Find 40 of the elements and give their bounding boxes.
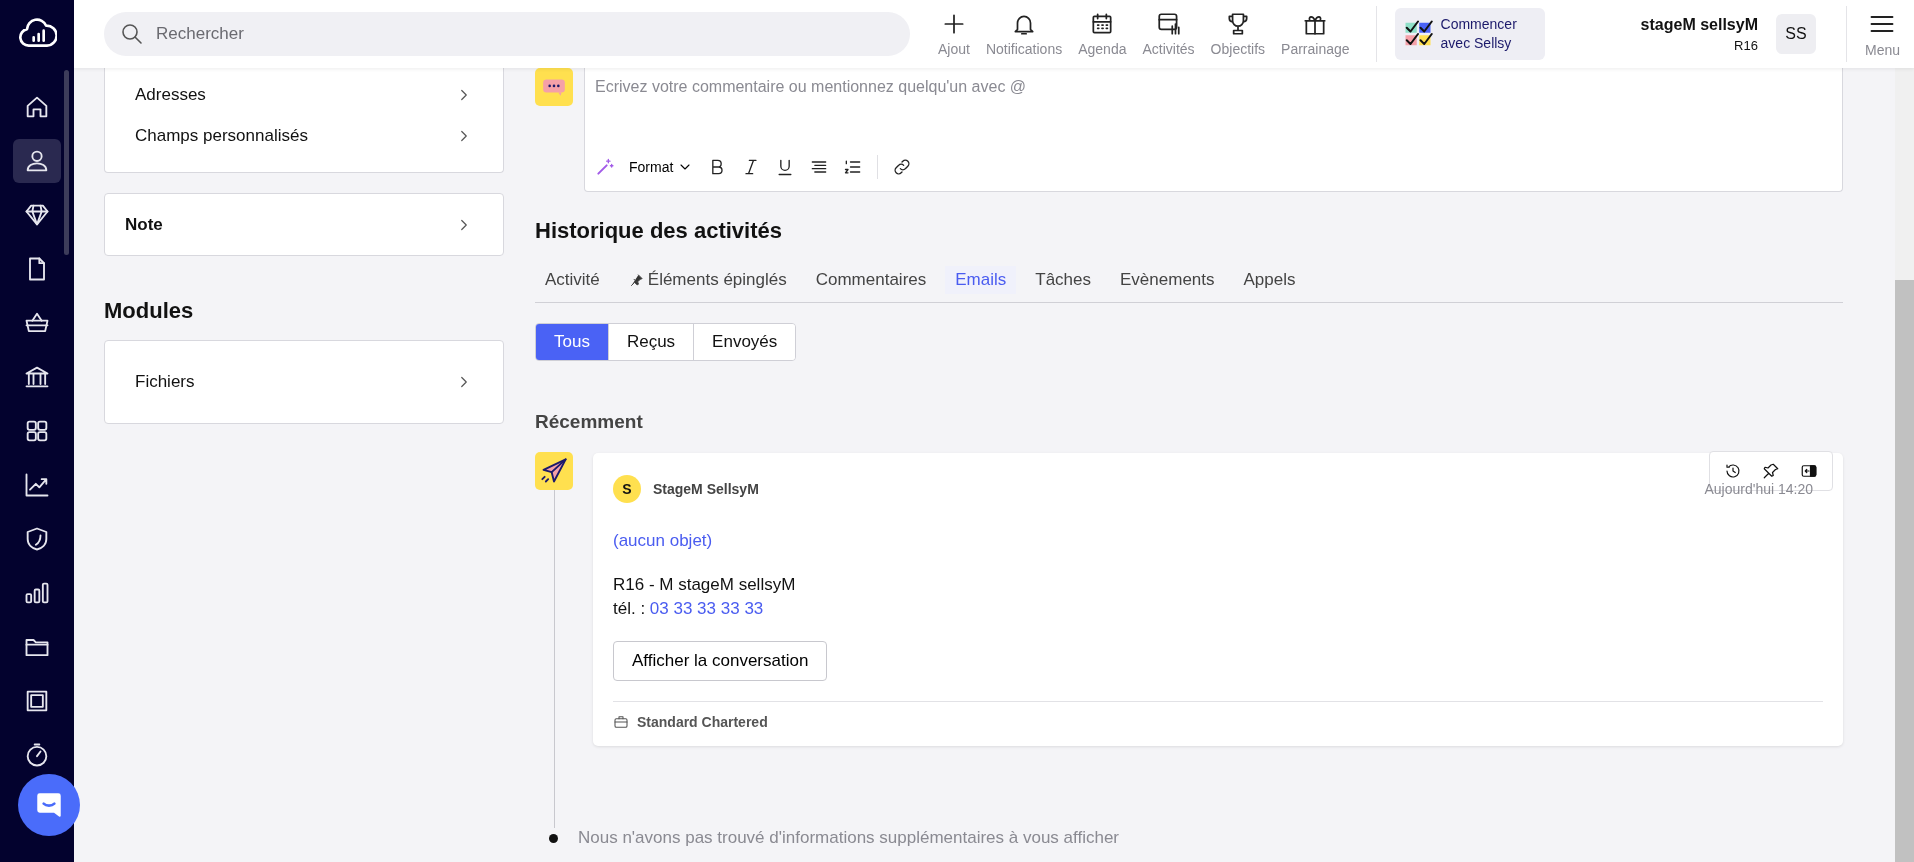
tab[interactable]: Activité bbox=[535, 266, 610, 294]
filter-button[interactable]: Reçus bbox=[607, 324, 694, 360]
section-title: Modules bbox=[104, 298, 195, 324]
toolbar-button[interactable]: Objectifs bbox=[1202, 11, 1274, 57]
tab[interactable]: Appels bbox=[1233, 266, 1306, 294]
onboarding-button[interactable]: Commencer avec Sellsy bbox=[1394, 8, 1545, 60]
tab[interactable]: Éléments épinglés bbox=[618, 266, 797, 294]
empty-message: Nous n'avons pas trouvé d'informations supplémentaires à vous afficher bbox=[578, 828, 1120, 848]
phone-link[interactable]: 03 33 33 33 33 bbox=[649, 599, 764, 618]
tab[interactable]: Emails bbox=[945, 266, 1017, 294]
section-link[interactable]: Adresses bbox=[105, 74, 503, 115]
toolbar-button[interactable]: Notifications bbox=[977, 11, 1071, 57]
section-title: Récemment bbox=[535, 411, 644, 433]
toolbar-button[interactable]: Activités bbox=[1134, 11, 1203, 57]
module-card[interactable]: Fichiers bbox=[104, 340, 504, 424]
user-code: R16 bbox=[1734, 37, 1758, 53]
toolbar-button[interactable]: Agenda bbox=[1070, 11, 1135, 57]
email-subject-link[interactable]: (aucun objet) bbox=[613, 531, 713, 551]
note-card[interactable]: Note bbox=[104, 193, 504, 256]
tab[interactable]: Commentaires bbox=[805, 266, 937, 294]
menu-button[interactable]: Menu bbox=[1846, 10, 1914, 58]
timestamp: Aujourd'hui 14:20 bbox=[1704, 481, 1813, 497]
format-dropdown[interactable]: Format bbox=[629, 159, 694, 175]
author-avatar: S bbox=[613, 475, 641, 503]
user-name: stageM sellsyM bbox=[1640, 15, 1758, 34]
tab[interactable]: Tâches bbox=[1025, 266, 1102, 294]
show-conversation-button[interactable]: Afficher la conversation bbox=[613, 641, 828, 681]
filter-button[interactable]: Envoyés bbox=[693, 324, 796, 360]
user-avatar[interactable]: SS bbox=[1775, 14, 1816, 54]
email-body: R16 - M stageM sellsyM bbox=[613, 574, 797, 596]
section-title: Historique des activités bbox=[535, 218, 783, 244]
toolbar-button[interactable]: Parrainage bbox=[1273, 11, 1358, 57]
tab[interactable]: Evènements bbox=[1110, 266, 1225, 294]
toolbar-button[interactable]: Ajout bbox=[930, 11, 978, 57]
search-field[interactable]: Rechercher bbox=[104, 12, 910, 56]
author-name: StageM SellsyM bbox=[653, 481, 759, 497]
filter-button[interactable]: Tous bbox=[536, 324, 608, 360]
section-link[interactable]: Champs personnalisés bbox=[105, 115, 503, 156]
company-name: Standard Chartered bbox=[637, 714, 768, 730]
phone-label: tél. : bbox=[613, 599, 646, 618]
